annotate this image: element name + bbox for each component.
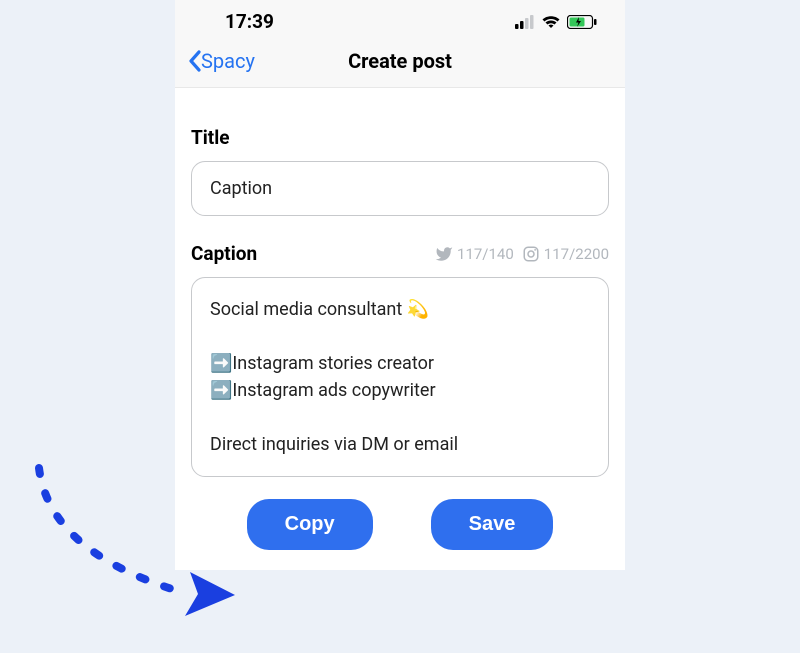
title-label: Title	[191, 126, 609, 149]
phone-frame: 17:39 Sp	[175, 0, 625, 570]
back-button[interactable]: Spacy	[187, 49, 255, 73]
instagram-icon	[522, 245, 540, 263]
title-input[interactable]: Caption	[191, 161, 609, 216]
nav-title: Create post	[348, 49, 452, 73]
action-buttons: Copy Save	[191, 499, 609, 550]
status-bar: 17:39	[175, 0, 625, 39]
caption-label: Caption	[191, 242, 257, 265]
char-counters: 117/140 117/2200	[435, 245, 609, 263]
status-time: 17:39	[225, 10, 274, 33]
status-icons	[515, 15, 597, 29]
copy-button[interactable]: Copy	[247, 499, 373, 550]
nav-bar: Spacy Create post	[175, 39, 625, 88]
instagram-count: 117/2200	[544, 245, 609, 263]
twitter-count: 117/140	[457, 245, 514, 263]
wifi-icon	[541, 15, 561, 29]
save-button[interactable]: Save	[431, 499, 554, 550]
content-area: Title Caption Caption 117/140 117/	[175, 88, 625, 570]
battery-icon	[567, 15, 597, 29]
twitter-counter: 117/140	[435, 245, 514, 263]
twitter-icon	[435, 245, 453, 263]
instagram-counter: 117/2200	[522, 245, 609, 263]
caption-input[interactable]: Social media consultant 💫 ➡️Instagram st…	[191, 277, 609, 477]
cellular-icon	[515, 15, 535, 29]
caption-header: Caption 117/140 117/2200	[191, 242, 609, 265]
back-label: Spacy	[201, 49, 255, 73]
